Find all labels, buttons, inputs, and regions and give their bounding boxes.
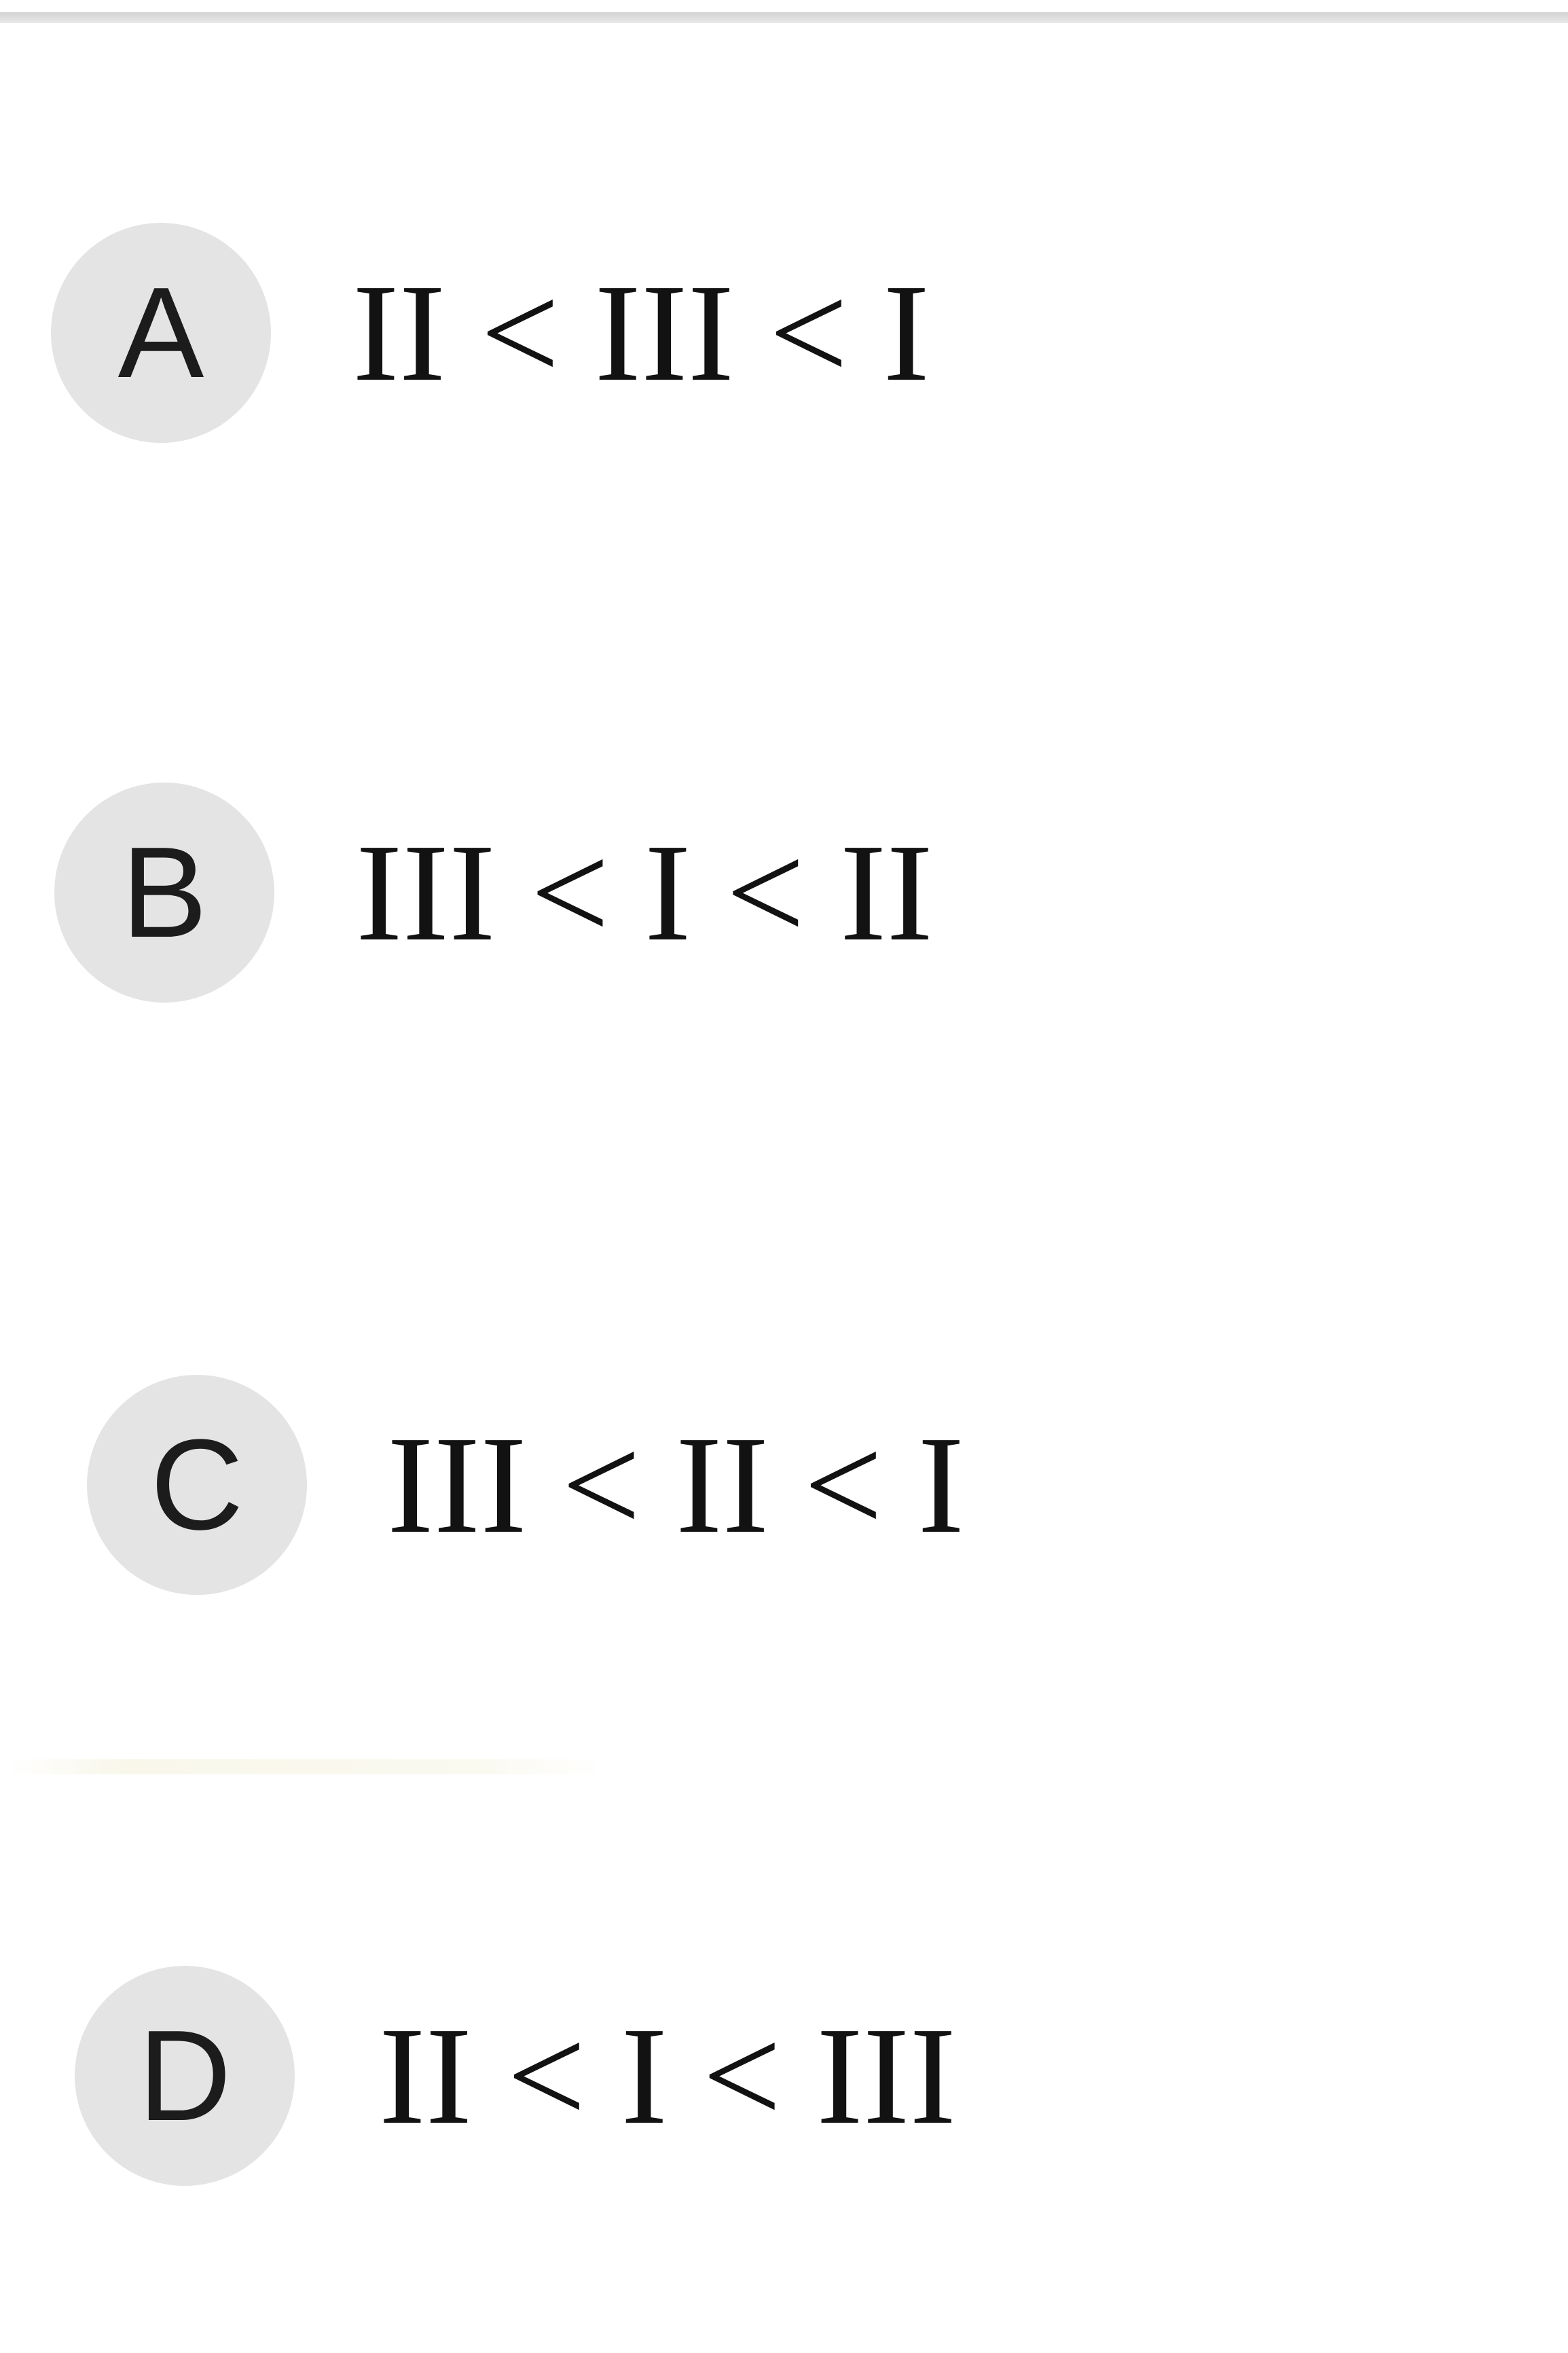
option-badge-c: C	[87, 1375, 307, 1595]
option-letter-b: B	[121, 821, 208, 965]
option-text-c: III < II < I	[387, 1407, 964, 1562]
option-badge-a: A	[51, 223, 271, 443]
option-badge-b: B	[54, 783, 274, 1003]
answer-option-b[interactable]: B III < I < II	[54, 783, 933, 1003]
option-text-d: II < I < III	[379, 1998, 956, 2153]
answer-option-a[interactable]: A II < III < I	[51, 223, 930, 443]
option-badge-d: D	[75, 1966, 295, 2186]
option-text-b: III < I < II	[356, 814, 933, 970]
answer-option-d[interactable]: D II < I < III	[75, 1966, 956, 2186]
option-letter-a: A	[117, 261, 204, 405]
top-divider	[0, 12, 1568, 23]
answer-option-c[interactable]: C III < II < I	[87, 1375, 964, 1595]
option-letter-c: C	[150, 1413, 244, 1557]
option-letter-d: D	[138, 2004, 232, 2148]
faint-divider	[7, 1759, 604, 1774]
option-text-a: II < III < I	[352, 255, 930, 410]
